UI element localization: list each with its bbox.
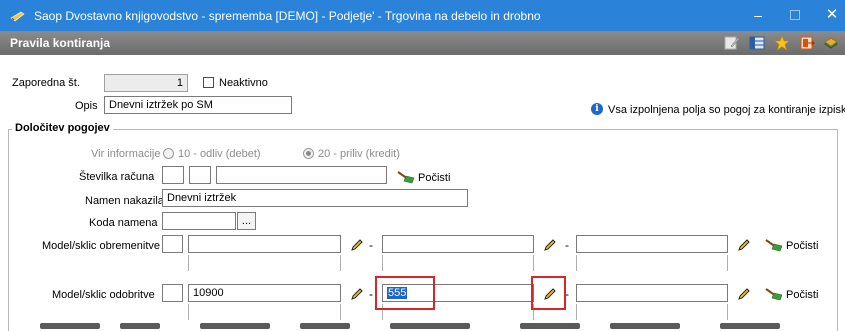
- broom-icon[interactable]: [396, 169, 416, 184]
- vir-option-odliv: 10 - odliv (debet): [178, 148, 261, 160]
- highlight-box: [375, 276, 435, 310]
- books-icon[interactable]: [823, 35, 839, 51]
- stevilka-part1-field[interactable]: [162, 166, 184, 184]
- opis-field[interactable]: Dnevni iztržek po SM: [104, 96, 292, 114]
- info-icon: i: [591, 103, 603, 115]
- broom-icon[interactable]: [764, 237, 784, 252]
- koda-field[interactable]: [162, 212, 236, 230]
- conditions-title: Določitev pogojev: [12, 122, 113, 134]
- zaporedna-label: Zaporedna št.: [12, 77, 80, 89]
- pencil-icon[interactable]: [543, 238, 557, 252]
- maximize-icon: [790, 10, 800, 20]
- info-text: Vsa izpolnjena polja so pogoj za kontira…: [608, 104, 845, 116]
- stevilka-part3-field[interactable]: [216, 166, 387, 184]
- dash-separator: -: [565, 238, 569, 252]
- minimize-button[interactable]: –: [748, 5, 768, 25]
- neaktivno-label: Neaktivno: [219, 77, 268, 89]
- dash-separator: -: [369, 287, 373, 301]
- model-odb-sub1: [188, 304, 341, 320]
- edit-icon[interactable]: [724, 35, 740, 51]
- zaporedna-field: 1: [104, 74, 188, 92]
- cut-off-row: [0, 320, 845, 331]
- vir-label: Vir informacije: [91, 148, 161, 160]
- model-odb-ref3-field[interactable]: [576, 284, 728, 302]
- pencil-icon[interactable]: [737, 287, 751, 301]
- model-odb-clear-button[interactable]: Počisti: [786, 289, 818, 301]
- model-odb-ref1-field[interactable]: 10900: [188, 284, 341, 302]
- form-heading: Pravila kontiranja: [10, 36, 111, 50]
- pencil-icon[interactable]: [350, 287, 364, 301]
- model-obr-sub2: [382, 255, 534, 271]
- model-obr-clear-button[interactable]: Počisti: [786, 240, 818, 252]
- model-odb-sub3: [576, 304, 728, 320]
- koda-label: Koda namena: [89, 217, 158, 229]
- vir-radio-priliv[interactable]: [303, 148, 314, 159]
- model-obr-ref1-field[interactable]: [188, 235, 341, 253]
- close-button[interactable]: ✕: [822, 5, 842, 25]
- exit-icon[interactable]: [799, 35, 815, 51]
- broom-icon[interactable]: [764, 286, 784, 301]
- neaktivno-checkbox[interactable]: [203, 77, 214, 88]
- pencil-icon[interactable]: [350, 238, 364, 252]
- model-obr-ref2-field[interactable]: [382, 235, 534, 253]
- model-obr-label: Model/sklic obremenitve: [42, 240, 160, 252]
- app-icon: [10, 11, 25, 22]
- dash-separator: -: [369, 238, 373, 252]
- namen-label: Namen nakazila: [85, 195, 164, 207]
- pencil-icon[interactable]: [737, 238, 751, 252]
- stevilka-label: Številka računa: [79, 171, 155, 183]
- opis-label: Opis: [75, 100, 98, 112]
- model-obr-sub3: [576, 255, 728, 271]
- koda-browse-button[interactable]: ...: [237, 212, 256, 230]
- model-obr-ref3-field[interactable]: [576, 235, 728, 253]
- highlight-box: [531, 276, 566, 310]
- namen-field[interactable]: Dnevni iztržek: [162, 189, 468, 207]
- model-obr-model-field[interactable]: [162, 235, 183, 253]
- maximize-button[interactable]: [785, 5, 805, 25]
- model-odb-model-field[interactable]: [162, 284, 183, 302]
- grid-icon[interactable]: [749, 35, 765, 51]
- star-icon[interactable]: [774, 35, 790, 51]
- stevilka-clear-button[interactable]: Počisti: [418, 172, 450, 184]
- model-odb-label: Model/sklic odobritve: [52, 289, 155, 301]
- stevilka-part2-field[interactable]: [189, 166, 211, 184]
- vir-radio-odliv[interactable]: [163, 148, 174, 159]
- window-title: Saop Dvostavno knjigovodstvo - sprememba…: [34, 9, 541, 23]
- form-content: Zaporedna št. 1 Neaktivno Opis Dnevni iz…: [0, 55, 845, 331]
- form-toolbar: Pravila kontiranja: [0, 31, 845, 55]
- window-titlebar: Saop Dvostavno knjigovodstvo - sprememba…: [0, 0, 845, 31]
- vir-option-priliv: 20 - priliv (kredit): [318, 148, 400, 160]
- model-obr-sub1: [188, 255, 341, 271]
